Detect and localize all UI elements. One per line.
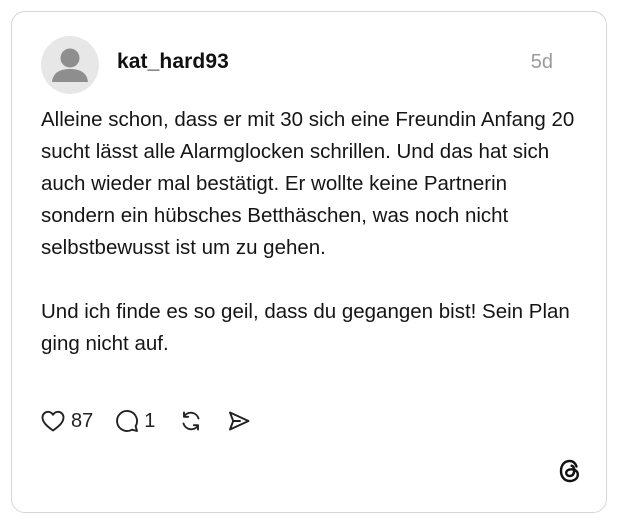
threads-logo-icon — [555, 456, 585, 486]
reply-button[interactable]: 1 — [115, 409, 155, 433]
default-user-icon — [52, 48, 88, 82]
post-paragraph: Und ich finde es so geil, dass du gegang… — [41, 300, 570, 355]
reply-count: 1 — [144, 409, 156, 432]
like-button[interactable]: 87 — [41, 410, 93, 433]
repost-arrows-icon — [182, 411, 200, 431]
speech-bubble-icon — [116, 410, 139, 432]
threads-logo — [559, 459, 579, 483]
repost-button[interactable] — [179, 409, 203, 433]
post-actions: 87 1 — [41, 405, 251, 437]
username[interactable]: kat_hard93 — [117, 50, 229, 74]
avatar[interactable] — [41, 36, 99, 94]
heart-icon — [41, 410, 65, 432]
share-button[interactable] — [227, 409, 251, 433]
post-body: Alleine schon, dass er mit 30 sich eine … — [41, 104, 581, 360]
post-paragraph: Alleine schon, dass er mit 30 sich eine … — [41, 108, 575, 259]
paper-plane-icon — [229, 411, 250, 431]
post-timestamp: 5d — [530, 51, 553, 73]
like-count: 87 — [71, 409, 94, 432]
